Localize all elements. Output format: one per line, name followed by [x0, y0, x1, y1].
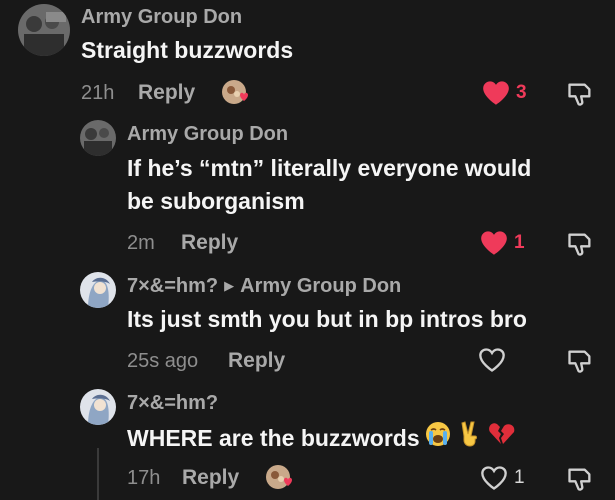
- like-count: 1: [514, 467, 525, 488]
- heart-icon: [481, 231, 507, 255]
- broken-heart-icon: [488, 420, 516, 457]
- comment-author-line: 7×&=hm? ▶ Army Group Don: [127, 275, 401, 298]
- reply-arrow-icon: ▶: [224, 278, 235, 293]
- comment-author[interactable]: Army Group Don: [127, 123, 288, 146]
- comment-thread: Army Group Don Straight buzzwords 21h Re…: [0, 0, 615, 500]
- heart-icon: [483, 81, 509, 105]
- thread-line: [97, 448, 99, 500]
- like-button[interactable]: [478, 347, 512, 373]
- comment-text-line: be suborganism: [127, 188, 305, 214]
- avatar[interactable]: [80, 120, 116, 156]
- reply-button[interactable]: Reply: [228, 349, 285, 373]
- comment-text-line: If he’s “mtn” literally everyone would: [127, 155, 532, 181]
- creator-liked-avatar-icon: [222, 80, 248, 104]
- avatar[interactable]: [80, 272, 116, 308]
- victory-hand-icon: [456, 420, 484, 457]
- comment-timestamp: 21h: [81, 82, 115, 104]
- reply-button[interactable]: Reply: [181, 231, 238, 255]
- comment-text: Straight buzzwords: [81, 37, 294, 63]
- comment-author[interactable]: 7×&=hm?: [127, 392, 218, 415]
- loudly-crying-face-icon: [424, 420, 452, 457]
- like-count: 1: [514, 232, 525, 253]
- comment-author[interactable]: 7×&=hm?: [127, 275, 218, 297]
- thumbs-down-icon[interactable]: [566, 347, 594, 380]
- comment-text: Its just smth you but in bp intros bro: [127, 306, 527, 332]
- comment-timestamp: 2m: [127, 232, 155, 254]
- comment-timestamp: 25s ago: [127, 350, 199, 372]
- reply-to-author[interactable]: Army Group Don: [240, 275, 401, 297]
- heart-outline-icon: [481, 466, 507, 490]
- like-button[interactable]: 1: [480, 230, 525, 256]
- comment-author[interactable]: Army Group Don: [81, 6, 242, 29]
- creator-liked-avatar-icon: [266, 465, 292, 489]
- comment-text: WHERE are the buzzwords: [127, 425, 420, 451]
- heart-outline-icon: [479, 348, 505, 372]
- reply-button[interactable]: Reply: [182, 466, 239, 490]
- like-button[interactable]: 3: [482, 80, 527, 106]
- comment-text-line: WHERE are the buzzwords: [127, 420, 516, 457]
- thumbs-down-icon[interactable]: [566, 230, 594, 263]
- reply-button[interactable]: Reply: [138, 81, 195, 105]
- comment-timestamp: 17h: [127, 467, 161, 489]
- like-button[interactable]: 1: [480, 465, 525, 491]
- like-count: 3: [516, 82, 527, 103]
- thumbs-down-icon[interactable]: [566, 465, 594, 498]
- avatar[interactable]: [80, 389, 116, 425]
- avatar[interactable]: [18, 4, 70, 56]
- thumbs-down-icon[interactable]: [566, 80, 594, 113]
